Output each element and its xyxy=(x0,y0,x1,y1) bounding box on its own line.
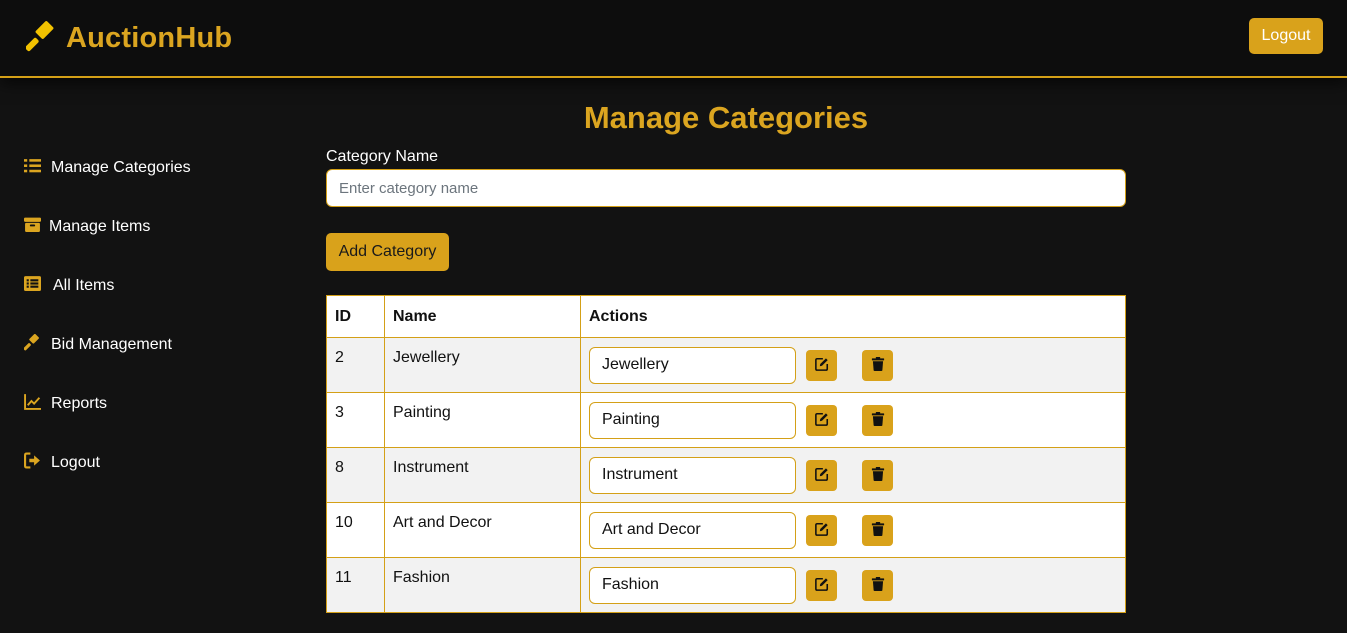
sidebar-item-manage-categories[interactable]: Manage Categories xyxy=(24,155,191,181)
trash-icon xyxy=(871,411,885,429)
table-row: 2 Jewellery xyxy=(326,337,1126,393)
sidebar-item-label: Manage Items xyxy=(49,218,151,235)
edit-icon xyxy=(814,577,829,594)
list-icon xyxy=(24,157,41,179)
page-title: Manage Categories xyxy=(583,100,869,135)
list-alt-icon xyxy=(24,275,41,297)
edit-category-input[interactable] xyxy=(589,401,796,439)
sign-out-icon xyxy=(24,452,41,474)
table-header-row: ID Name Actions xyxy=(326,295,1126,338)
delete-button[interactable] xyxy=(862,569,893,601)
edit-category-input[interactable] xyxy=(589,511,796,549)
table-row: 3 Painting xyxy=(326,392,1126,448)
column-header-name: Name xyxy=(384,295,581,338)
row-actions xyxy=(580,557,1126,613)
delete-button[interactable] xyxy=(862,404,893,436)
edit-button[interactable] xyxy=(806,514,837,546)
edit-category-input[interactable] xyxy=(589,456,796,494)
gavel-icon xyxy=(23,333,41,356)
category-name-input[interactable] xyxy=(326,169,1126,207)
edit-button[interactable] xyxy=(806,349,837,381)
gavel-icon xyxy=(25,20,58,57)
delete-button[interactable] xyxy=(862,459,893,491)
category-name: Fashion xyxy=(384,557,581,613)
edit-icon xyxy=(814,467,829,484)
top-navbar: AuctionHub Logout xyxy=(0,0,1347,78)
sidebar-item-label: Logout xyxy=(51,454,100,471)
category-name: Painting xyxy=(384,392,581,448)
box-icon xyxy=(24,216,41,238)
edit-category-input[interactable] xyxy=(589,566,796,604)
row-actions xyxy=(580,337,1126,393)
category-name-label: Category Name xyxy=(326,148,439,165)
categories-table: ID Name Actions 2 Jewellery 3 xyxy=(326,295,1126,613)
column-header-actions: Actions xyxy=(580,295,1126,338)
row-actions xyxy=(580,447,1126,503)
edit-button[interactable] xyxy=(806,404,837,436)
category-id: 10 xyxy=(326,502,385,558)
sidebar-item-bid-management[interactable]: Bid Management xyxy=(23,332,172,358)
edit-icon xyxy=(814,357,829,374)
edit-button[interactable] xyxy=(806,569,837,601)
edit-button[interactable] xyxy=(806,459,837,491)
delete-button[interactable] xyxy=(862,349,893,381)
trash-icon xyxy=(871,521,885,539)
table-row: 8 Instrument xyxy=(326,447,1126,503)
sidebar-item-label: Manage Categories xyxy=(51,159,191,176)
category-name: Jewellery xyxy=(384,337,581,393)
category-id: 11 xyxy=(326,557,385,613)
category-id: 8 xyxy=(326,447,385,503)
category-id: 2 xyxy=(326,337,385,393)
edit-icon xyxy=(814,522,829,539)
sidebar-item-reports[interactable]: Reports xyxy=(24,391,107,417)
edit-icon xyxy=(814,412,829,429)
logout-button[interactable]: Logout xyxy=(1249,18,1323,54)
chart-line-icon xyxy=(24,393,41,415)
trash-icon xyxy=(871,356,885,374)
row-actions xyxy=(580,392,1126,448)
row-actions xyxy=(580,502,1126,558)
trash-icon xyxy=(871,466,885,484)
table-row: 11 Fashion xyxy=(326,557,1126,613)
brand-name: AuctionHub xyxy=(66,21,233,54)
brand[interactable]: AuctionHub xyxy=(25,18,233,58)
table-row: 10 Art and Decor xyxy=(326,502,1126,558)
edit-category-input[interactable] xyxy=(589,346,796,384)
sidebar-item-all-items[interactable]: All Items xyxy=(24,273,114,299)
sidebar-item-manage-items[interactable]: Manage Items xyxy=(24,214,150,240)
category-id: 3 xyxy=(326,392,385,448)
trash-icon xyxy=(871,576,885,594)
delete-button[interactable] xyxy=(862,514,893,546)
sidebar-item-label: Reports xyxy=(51,395,108,412)
category-name: Instrument xyxy=(384,447,581,503)
column-header-id: ID xyxy=(326,295,385,338)
add-category-button[interactable]: Add Category xyxy=(326,233,449,271)
category-name: Art and Decor xyxy=(384,502,581,558)
sidebar-item-label: All Items xyxy=(53,277,115,294)
sidebar-item-label: Bid Management xyxy=(51,336,172,353)
sidebar-item-logout[interactable]: Logout xyxy=(24,450,100,476)
